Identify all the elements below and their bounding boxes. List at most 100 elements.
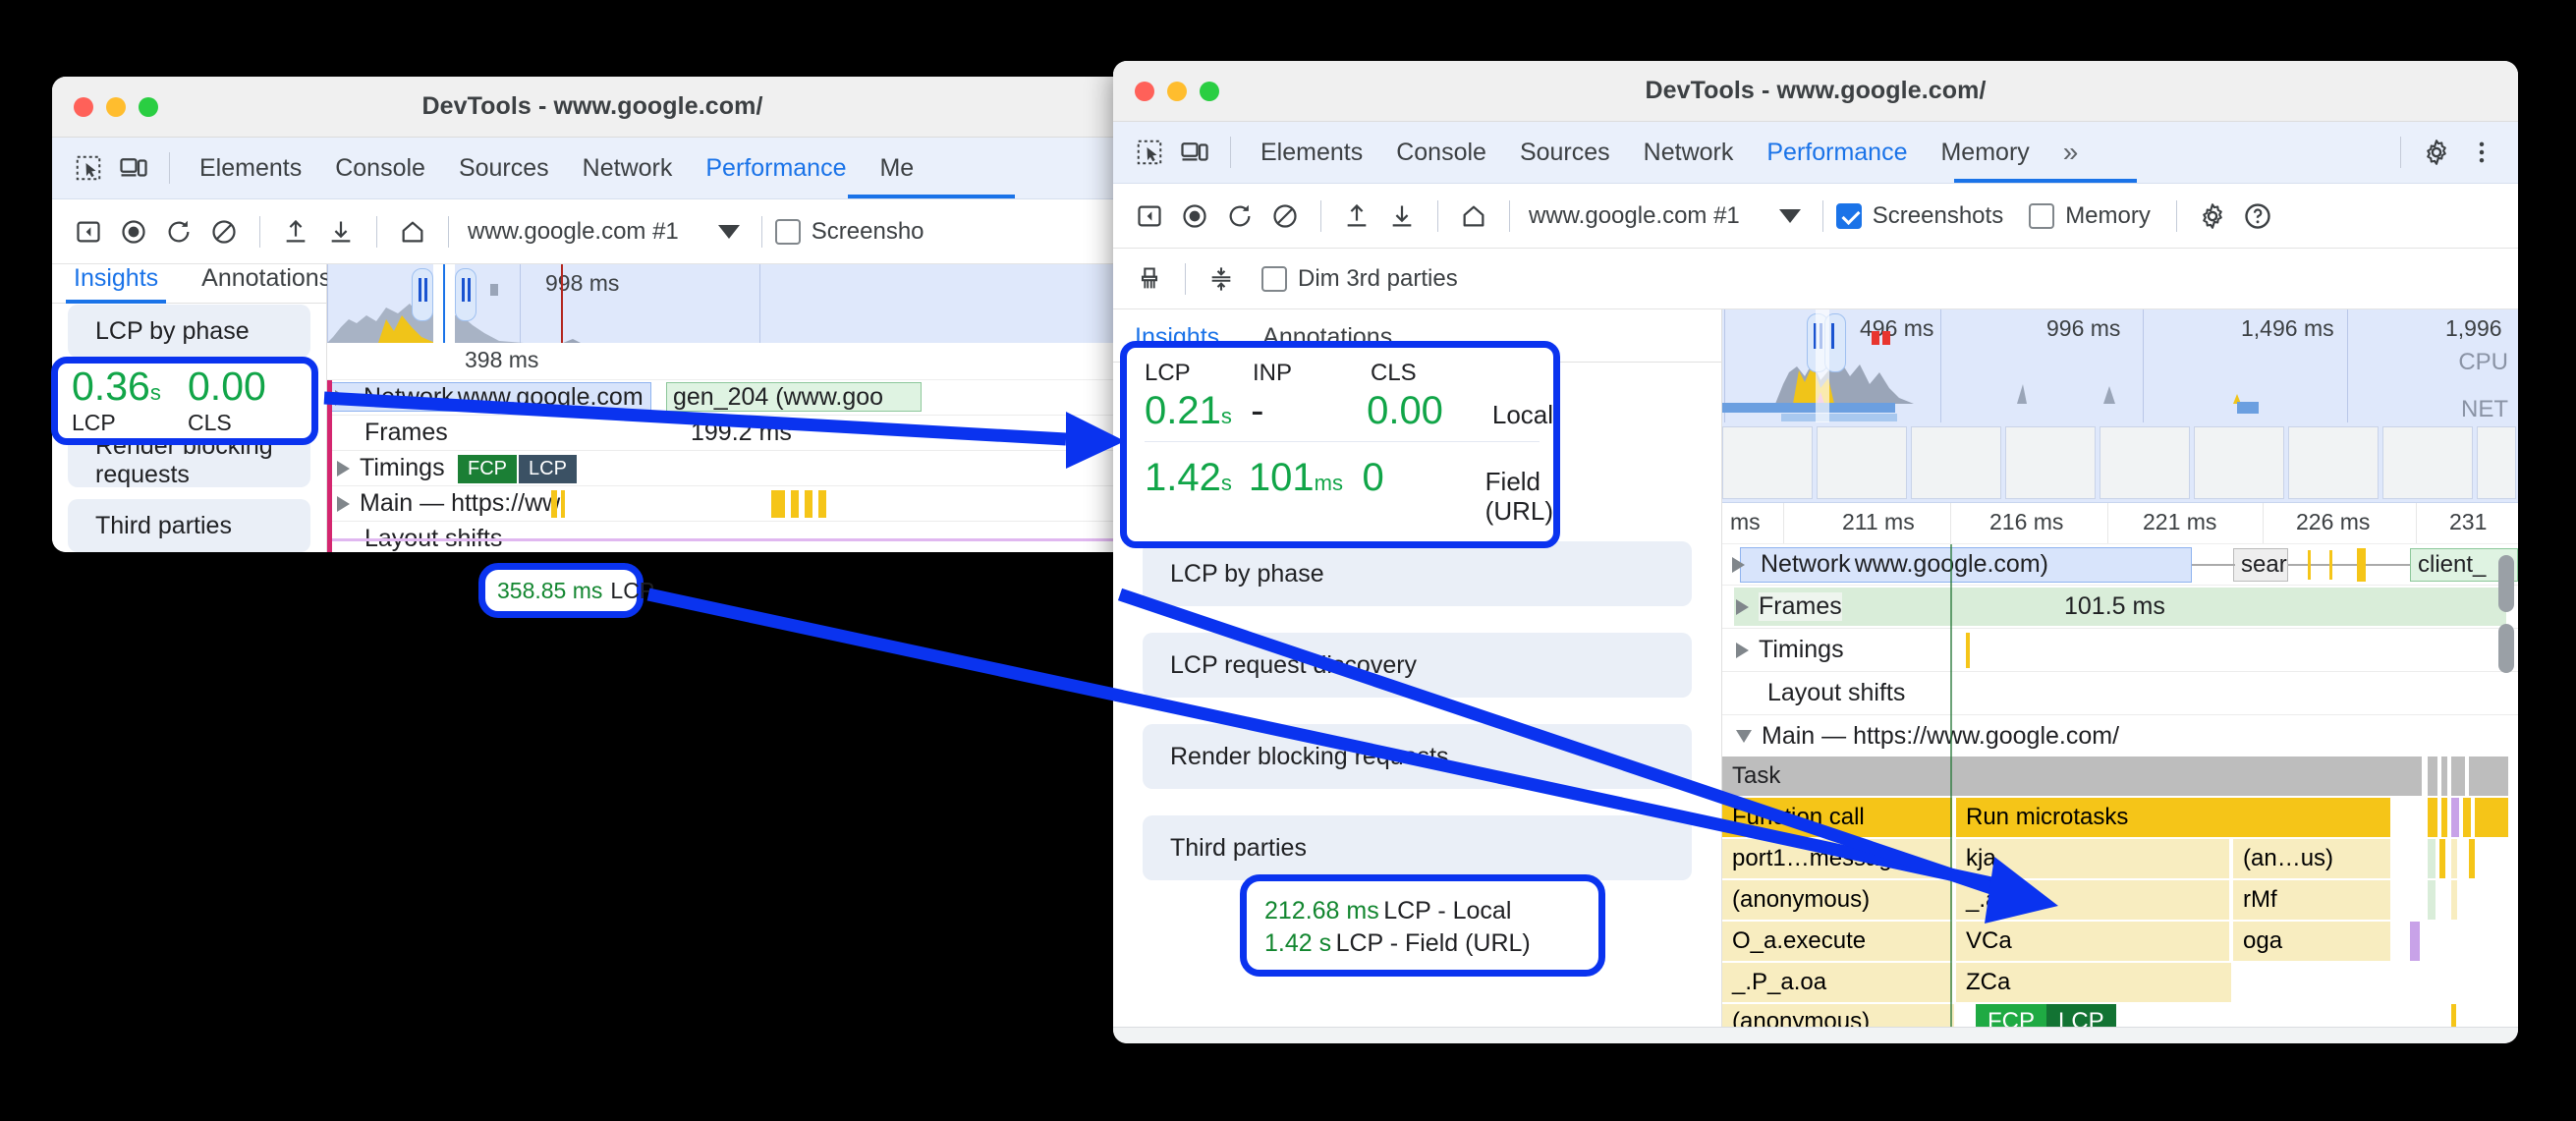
memory-checkbox-box[interactable] <box>2029 202 2055 229</box>
tab-console[interactable]: Console <box>318 138 442 199</box>
tab-memory[interactable]: Me <box>863 138 930 199</box>
track-row-network[interactable]: Network www.google.com gen_204 (www.goo <box>327 380 1133 416</box>
tab-elements[interactable]: Elements <box>183 138 318 199</box>
screenshots-checkbox-box[interactable] <box>1835 202 1862 229</box>
trace-select[interactable]: www.google.com #1 <box>468 218 740 246</box>
sidebar-toggle-icon[interactable] <box>66 209 111 254</box>
left-panel-tabstrip[interactable]: Elements Console Sources Network Perform… <box>52 138 1133 199</box>
dim-3rd-parties-checkbox-box[interactable] <box>1261 265 1287 292</box>
track-row-main[interactable]: Main — https://ww <box>327 486 1133 522</box>
flame-bar-slice[interactable] <box>2428 839 2436 878</box>
overview-selection-handle-left[interactable] <box>412 268 433 321</box>
expand-icon[interactable] <box>337 460 350 476</box>
flame-row-anonymous-1[interactable]: (anonymous) _.af.lTa rMf <box>1722 880 2518 922</box>
flame-bar-slice[interactable] <box>2451 880 2457 920</box>
flame-bar-slice[interactable] <box>2475 798 2508 837</box>
inspect-element-icon[interactable] <box>1127 130 1172 175</box>
left-track-list[interactable]: Network www.google.com gen_204 (www.goo … <box>327 380 1133 552</box>
more-options-icon[interactable] <box>2459 130 2504 175</box>
minimize-window-button[interactable] <box>106 96 126 117</box>
chevron-down-icon[interactable] <box>717 224 740 239</box>
badge-lcp[interactable]: LCP <box>2046 1004 2116 1027</box>
right-performance-toolbar-secondary[interactable]: Dim 3rd parties <box>1113 249 2518 309</box>
flame-row-execute[interactable]: O_a.execute VCa oga <box>1722 922 2518 963</box>
screenshots-checkbox[interactable]: Screensho <box>774 218 924 246</box>
right-overview-strip[interactable]: 496 ms 996 ms 1,496 ms 1,996 CPU NET <box>1722 309 2518 422</box>
overview-selection-handle-right[interactable] <box>455 268 476 321</box>
tab-memory[interactable]: Memory <box>1924 122 2045 184</box>
filmstrip-thumbnail[interactable] <box>2100 426 2190 499</box>
settings-gear-icon[interactable] <box>2190 194 2235 239</box>
right-filmstrip[interactable] <box>1722 422 2518 503</box>
bottom-tab-call-tree[interactable]: Call tree <box>1438 1028 1573 1043</box>
settings-gear-icon[interactable] <box>2414 130 2459 175</box>
insight-lcp-by-phase[interactable]: LCP by phase <box>1143 541 1692 606</box>
badge-fcp[interactable]: FCP <box>458 455 517 483</box>
trace-select[interactable]: www.google.com #1 <box>1529 202 1801 230</box>
memory-checkbox[interactable]: Memory <box>2029 202 2151 230</box>
sidebar-tab-insights[interactable]: Insights <box>52 264 180 304</box>
right-performance-toolbar[interactable]: www.google.com #1 Screenshots Memory <box>1113 184 2518 249</box>
reload-and-record-icon[interactable] <box>1217 194 1262 239</box>
filmstrip-thumbnail[interactable] <box>2005 426 2096 499</box>
more-tabs-icon[interactable]: » <box>2046 122 2096 184</box>
flame-bar-task[interactable] <box>1722 757 2422 796</box>
flame-bar-slice[interactable] <box>2469 839 2475 878</box>
track-row-layout-shifts[interactable]: Layout shifts <box>1722 672 2518 715</box>
expand-icon[interactable] <box>1736 642 1749 658</box>
filmstrip-thumbnail[interactable] <box>2477 426 2516 499</box>
clear-icon[interactable] <box>1262 194 1308 239</box>
filmstrip-thumbnail[interactable] <box>2382 426 2473 499</box>
flame-bar-slice[interactable] <box>2463 798 2471 837</box>
clear-icon[interactable] <box>201 209 247 254</box>
flame-bar-slice[interactable] <box>2451 798 2459 837</box>
flame-row-function-call[interactable]: Function call Run microtasks <box>1722 798 2518 839</box>
insight-third-parties[interactable]: Third parties <box>1143 815 1692 880</box>
flame-bar-task-slice[interactable] <box>2469 757 2508 796</box>
bottom-tab-bottom-up[interactable]: Bottom-up <box>1282 1028 1438 1043</box>
upload-icon[interactable] <box>1334 194 1379 239</box>
right-traffic-lights[interactable] <box>1135 81 1219 101</box>
sidebar-toggle-icon[interactable] <box>1127 194 1172 239</box>
close-window-button[interactable] <box>74 96 93 117</box>
track-row-timings[interactable]: Timings FCP LCP <box>327 451 1133 486</box>
insight-render-blocking-requests[interactable]: Render blocking requests <box>1143 724 1692 789</box>
inspect-element-icon[interactable] <box>66 145 111 191</box>
reload-and-record-icon[interactable] <box>156 209 201 254</box>
screenshots-checkbox-box[interactable] <box>774 218 801 245</box>
flame-bar-slice[interactable] <box>2428 880 2436 920</box>
track-row-network[interactable]: Network www.google.com) sear client_ <box>1722 544 2518 586</box>
track-row-timings[interactable]: Timings <box>1722 629 2518 672</box>
chevron-down-icon[interactable] <box>1778 208 1801 223</box>
collapse-rows-icon[interactable] <box>1199 256 1244 302</box>
download-icon[interactable] <box>318 209 364 254</box>
track-row-main[interactable]: Main — https://www.google.com/ <box>1722 715 2518 757</box>
flame-bar-slice[interactable] <box>2451 1004 2456 1027</box>
left-traffic-lights[interactable] <box>74 96 158 117</box>
insight-third-parties[interactable]: Third parties <box>68 499 310 552</box>
minimize-window-button[interactable] <box>1167 81 1187 101</box>
left-sidebar-tabs[interactable]: Insights Annotations <box>52 264 331 304</box>
bottom-tab-summary[interactable]: Summary <box>1127 1028 1282 1043</box>
left-performance-toolbar[interactable]: www.google.com #1 Screensho <box>52 199 1133 264</box>
tab-performance[interactable]: Performance <box>1750 122 1924 184</box>
zoom-window-button[interactable] <box>1200 81 1219 101</box>
home-icon[interactable] <box>1451 194 1496 239</box>
devtools-window-left[interactable]: DevTools - www.google.com/ Elements Cons… <box>52 77 1133 552</box>
tab-network[interactable]: Network <box>1627 122 1751 184</box>
tab-performance[interactable]: Performance <box>689 138 863 199</box>
flame-row-task[interactable]: Task <box>1722 757 2518 798</box>
right-panel-tabstrip[interactable]: Elements Console Sources Network Perform… <box>1113 122 2518 184</box>
tab-sources[interactable]: Sources <box>1503 122 1627 184</box>
filmstrip-thumbnail[interactable] <box>1817 426 1907 499</box>
tab-elements[interactable]: Elements <box>1244 122 1379 184</box>
collapse-icon[interactable] <box>1736 729 1752 743</box>
left-timeline-area[interactable]: 8 m 998 ms <box>327 264 1133 552</box>
bottom-tab-event-log[interactable]: Event log <box>1573 1028 1718 1043</box>
flame-bar-slice[interactable] <box>2451 839 2457 878</box>
flame-bar-slice[interactable] <box>2441 798 2447 837</box>
flame-row-port-message[interactable]: port1…message kja (an…us) <box>1722 839 2518 880</box>
timeline-scrollbar[interactable] <box>2498 555 2514 612</box>
filmstrip-thumbnail[interactable] <box>2194 426 2284 499</box>
close-window-button[interactable] <box>1135 81 1154 101</box>
